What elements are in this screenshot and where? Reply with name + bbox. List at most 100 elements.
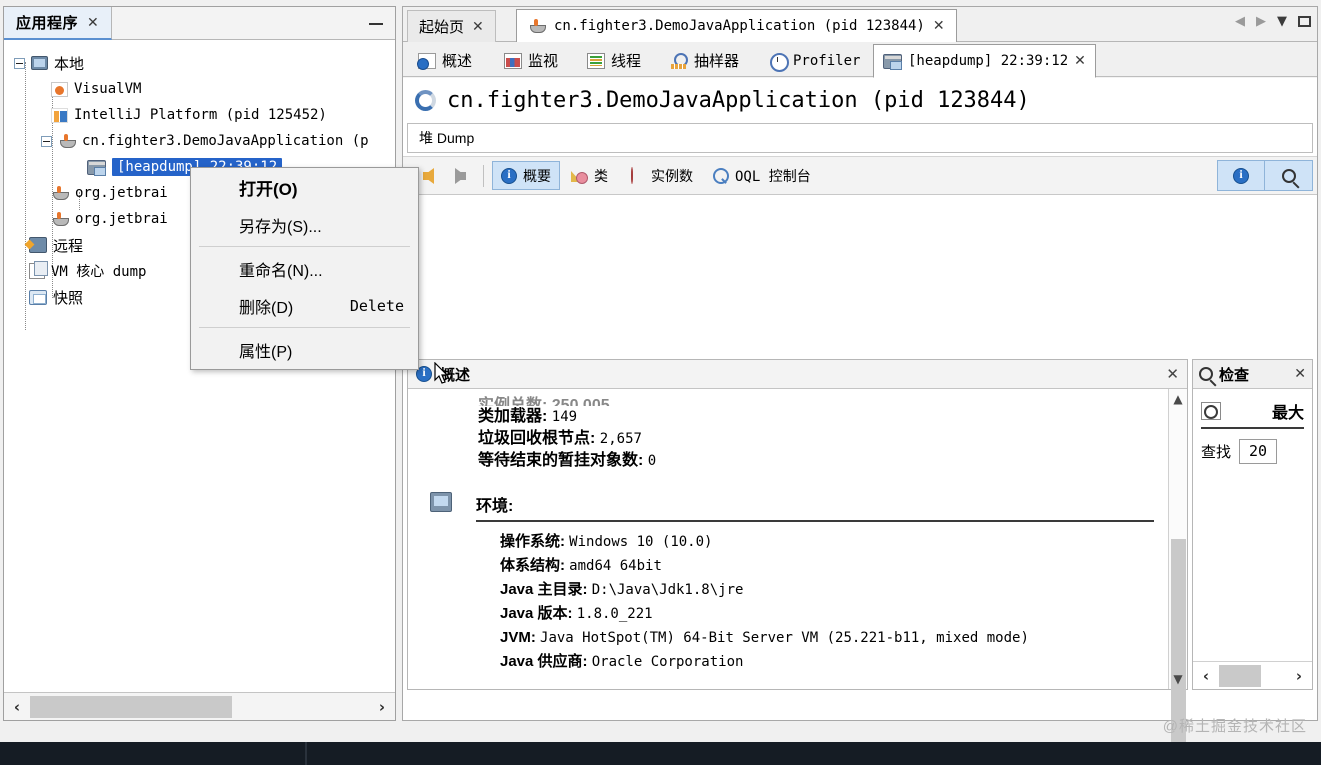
stat-pending-finalization-value: 0 xyxy=(647,453,657,469)
arrow-right-icon[interactable] xyxy=(445,161,475,191)
tab-demojavaapplication[interactable]: cn.fighter3.DemoJavaApplication (pid 123… xyxy=(516,9,957,42)
toolbar-button-oql-console-label: OQL 控制台 xyxy=(735,168,811,185)
hscroll-track[interactable] xyxy=(30,694,369,720)
scroll-right-icon[interactable]: › xyxy=(1286,663,1312,689)
toolbar-button-classes[interactable]: 类 xyxy=(562,161,617,190)
close-icon[interactable]: ✕ xyxy=(1166,366,1179,382)
scroll-left-icon[interactable]: ‹ xyxy=(1193,663,1219,689)
tree-item-demojavaapplication[interactable]: cn.fighter3.DemoJavaApplication (p xyxy=(4,128,395,154)
heapdump-content: cn.fighter3.DemoJavaApplication (pid 123… xyxy=(403,78,1317,765)
toolbar-info-button[interactable] xyxy=(1217,160,1265,191)
inspect-hscrollbar[interactable]: ‹ › xyxy=(1193,661,1312,689)
hscroll-thumb[interactable] xyxy=(1219,664,1261,687)
tree-item-label: 本地 xyxy=(54,55,85,73)
overview-panel-title: 概述 xyxy=(440,366,471,384)
stat-pending-finalization: 等待结束的暂挂对象数: 0 xyxy=(430,450,1168,472)
context-menu-item-delete[interactable]: 删除(D) Delete xyxy=(191,287,418,324)
inspect-preset-row[interactable]: 最大 xyxy=(1193,389,1312,423)
subtab-threads[interactable]: 线程 xyxy=(578,44,650,77)
inspect-find-label: 查找 xyxy=(1201,444,1232,461)
context-menu-item-open[interactable]: 打开(O) xyxy=(191,168,418,206)
window-controls: ◀ ▶ ▼ xyxy=(1235,14,1311,29)
heapdump-header: cn.fighter3.DemoJavaApplication (pid 123… xyxy=(403,78,1317,123)
monitor-icon xyxy=(31,56,48,70)
search-icon xyxy=(1199,367,1213,381)
toolbar-button-oql-console[interactable]: OQL 控制台 xyxy=(704,161,820,190)
subtab-sampler-label: 抽样器 xyxy=(694,53,740,70)
subtab-profiler-label: Profiler xyxy=(793,52,861,69)
scroll-right-icon[interactable]: › xyxy=(369,694,395,720)
tab-applications[interactable]: 应用程序 ✕ xyxy=(4,7,112,40)
chevron-left-icon[interactable]: ◀ xyxy=(1235,14,1245,29)
collapse-toggle-icon[interactable] xyxy=(41,135,52,147)
chevron-down-icon[interactable]: ▼ xyxy=(1277,14,1287,29)
remote-icon xyxy=(29,237,47,253)
scroll-left-icon[interactable]: ‹ xyxy=(4,694,30,720)
environment-icon xyxy=(430,492,452,512)
subtab-profiler[interactable]: Profiler xyxy=(760,44,869,77)
stat-classloaders-key: 类加载器: xyxy=(478,408,548,425)
overview-vscrollbar[interactable]: ▲ ▼ xyxy=(1168,389,1187,765)
overview-scroll-body[interactable]: 实例总数: 250,005 类加载器: 149 垃圾回收根节点: 2,657 等… xyxy=(408,389,1168,689)
env-row-java-home-key: Java 主目录: xyxy=(500,581,588,598)
main-tabbar: 起始页 ✕ cn.fighter3.DemoJavaApplication (p… xyxy=(403,7,1317,42)
minimize-icon[interactable] xyxy=(367,15,385,33)
close-icon[interactable]: ✕ xyxy=(933,19,945,33)
stat-gc-roots-value: 2,657 xyxy=(599,431,642,447)
context-menu-item-properties[interactable]: 属性(P) xyxy=(191,331,418,369)
main-window: 起始页 ✕ cn.fighter3.DemoJavaApplication (p… xyxy=(402,6,1318,765)
tree-item-local[interactable]: 本地 xyxy=(4,50,395,76)
env-row-arch-value: amd64 64bit xyxy=(569,558,662,574)
subtab-heapdump[interactable]: [heapdump] 22:39:12 ✕ xyxy=(873,44,1096,78)
close-icon[interactable]: ✕ xyxy=(87,16,99,30)
context-menu: 打开(O) 另存为(S)... 重命名(N)... 删除(D) Delete 属… xyxy=(190,167,419,370)
toolbar-button-summary[interactable]: 概要 xyxy=(492,161,560,190)
context-menu-item-rename-label: 重命名(N)... xyxy=(239,262,323,280)
collapse-toggle-icon[interactable] xyxy=(14,57,25,69)
context-menu-item-save-as[interactable]: 另存为(S)... xyxy=(191,206,418,243)
applications-hscrollbar[interactable]: ‹ › xyxy=(4,692,395,720)
close-icon[interactable]: ✕ xyxy=(1074,54,1086,68)
sampler-icon xyxy=(670,52,688,69)
env-row-java-version-key: Java 版本: xyxy=(500,605,573,622)
tree-item-label: org.jetbrai xyxy=(75,185,168,201)
chevron-down-icon[interactable]: ▼ xyxy=(1169,669,1187,689)
overview-panel: 概述 ✕ 实例总数: 250,005 类加载器: 149 垃圾回收根节点: 2,… xyxy=(407,359,1188,765)
tree-item-label: 远程 xyxy=(53,237,84,255)
hscroll-track[interactable] xyxy=(1219,663,1286,689)
section-divider xyxy=(476,520,1154,522)
info-icon xyxy=(501,167,517,184)
subtab-monitor[interactable]: 监视 xyxy=(495,44,567,77)
subtab-sampler[interactable]: 抽样器 xyxy=(661,44,748,77)
hscroll-thumb[interactable] xyxy=(30,695,232,718)
env-row-jvm-key: JVM: xyxy=(500,629,536,646)
loading-ring-icon xyxy=(415,90,436,111)
subtab-overview[interactable]: 概述 xyxy=(409,44,481,77)
class-icon xyxy=(571,168,588,184)
close-icon[interactable]: ✕ xyxy=(1294,367,1306,381)
close-icon[interactable]: ✕ xyxy=(472,20,484,34)
heap-dump-label: 堆 Dump xyxy=(419,130,475,146)
env-row-os: 操作系统: Windows 10 (10.0) xyxy=(500,530,1168,554)
maximize-icon[interactable] xyxy=(1298,16,1311,27)
tree-item-visualvm[interactable]: VisualVM xyxy=(4,76,395,102)
inspect-find-input[interactable]: 20 xyxy=(1239,439,1278,464)
toolbar-search-button[interactable] xyxy=(1265,160,1313,191)
applications-tabbar: 应用程序 ✕ xyxy=(4,7,395,40)
chevron-right-icon[interactable]: ▶ xyxy=(1256,14,1266,29)
chevron-up-icon[interactable]: ▲ xyxy=(1169,389,1187,409)
inspect-panel-header: 检查 ✕ xyxy=(1193,360,1312,389)
overview-panel-header: 概述 ✕ xyxy=(408,360,1187,389)
tab-start-page[interactable]: 起始页 ✕ xyxy=(407,10,496,42)
visualvm-window: 应用程序 ✕ 本地 VisualVM IntelliJ Platform (pi… xyxy=(0,0,1321,765)
context-menu-item-delete-shortcut: Delete xyxy=(349,296,404,315)
stat-classloaders-value: 149 xyxy=(551,409,578,425)
info-icon xyxy=(1233,167,1249,184)
env-row-arch: 体系结构: amd64 64bit xyxy=(500,554,1168,578)
toolbar-button-instances[interactable]: 实例数 xyxy=(619,161,702,190)
tab-demojavaapplication-label: cn.fighter3.DemoJavaApplication (pid 123… xyxy=(554,18,925,34)
application-subtabs: 概述 监视 线程 抽样器 Profiler [heapdump] 22:39:1… xyxy=(403,42,1317,78)
tree-item-intellij[interactable]: IntelliJ Platform (pid 125452) xyxy=(4,102,395,128)
context-menu-item-rename[interactable]: 重命名(N)... xyxy=(191,250,418,287)
java-icon xyxy=(51,211,69,227)
